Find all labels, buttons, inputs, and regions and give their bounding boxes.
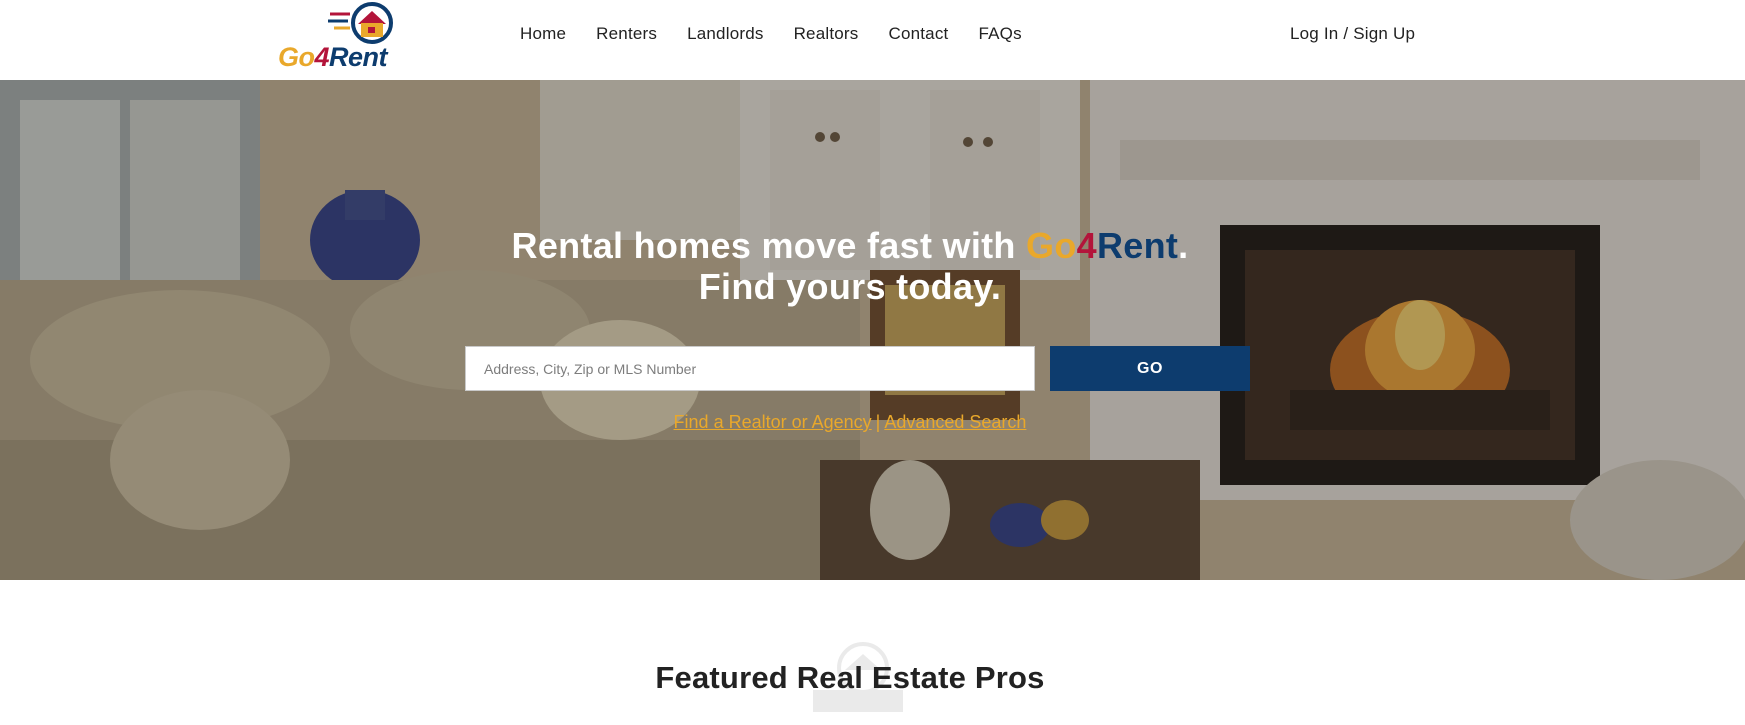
link-separator: | — [875, 412, 881, 432]
nav-renters[interactable]: Renters — [596, 24, 657, 44]
headline-line2: Find yours today. — [698, 266, 1002, 307]
logo-go: Go — [278, 42, 315, 72]
nav-landlords[interactable]: Landlords — [687, 24, 763, 44]
login-signup-link[interactable]: Log In / Sign Up — [1290, 24, 1415, 44]
headline-brand-four: 4 — [1076, 225, 1097, 266]
nav-faqs[interactable]: FAQs — [978, 24, 1021, 44]
headline-period: . — [1178, 225, 1189, 266]
headline-text: Rental homes move fast with — [511, 225, 1027, 266]
go-button[interactable]: GO — [1050, 346, 1250, 391]
find-realtor-link[interactable]: Find a Realtor or Agency — [674, 412, 872, 432]
nav-home[interactable]: Home — [520, 24, 566, 44]
search-input[interactable] — [465, 346, 1035, 391]
main-nav: Home Renters Landlords Realtors Contact … — [520, 24, 1052, 44]
site-header: Go4Rent Home Renters Landlords Realtors … — [0, 0, 1745, 80]
featured-section-title: Featured Real Estate Pros — [655, 660, 1045, 695]
headline-brand-rent: Rent — [1096, 225, 1179, 266]
advanced-search-link[interactable]: Advanced Search — [884, 412, 1026, 432]
logo-text: Go4Rent — [278, 42, 388, 73]
hero-headline: Rental homes move fast with Go4Rent. Fin… — [0, 225, 1700, 307]
house-logo-icon — [328, 2, 393, 44]
nav-realtors[interactable]: Realtors — [794, 24, 859, 44]
logo-rent: Rent — [329, 42, 388, 72]
logo[interactable]: Go4Rent — [278, 2, 404, 74]
headline-brand-go: Go — [1026, 225, 1077, 266]
hero-overlay — [0, 80, 1745, 580]
hero-section: Rental homes move fast with Go4Rent. Fin… — [0, 80, 1745, 580]
nav-contact[interactable]: Contact — [888, 24, 948, 44]
logo-four: 4 — [314, 42, 330, 72]
hero-links: Find a Realtor or Agency | Advanced Search — [0, 412, 1700, 433]
